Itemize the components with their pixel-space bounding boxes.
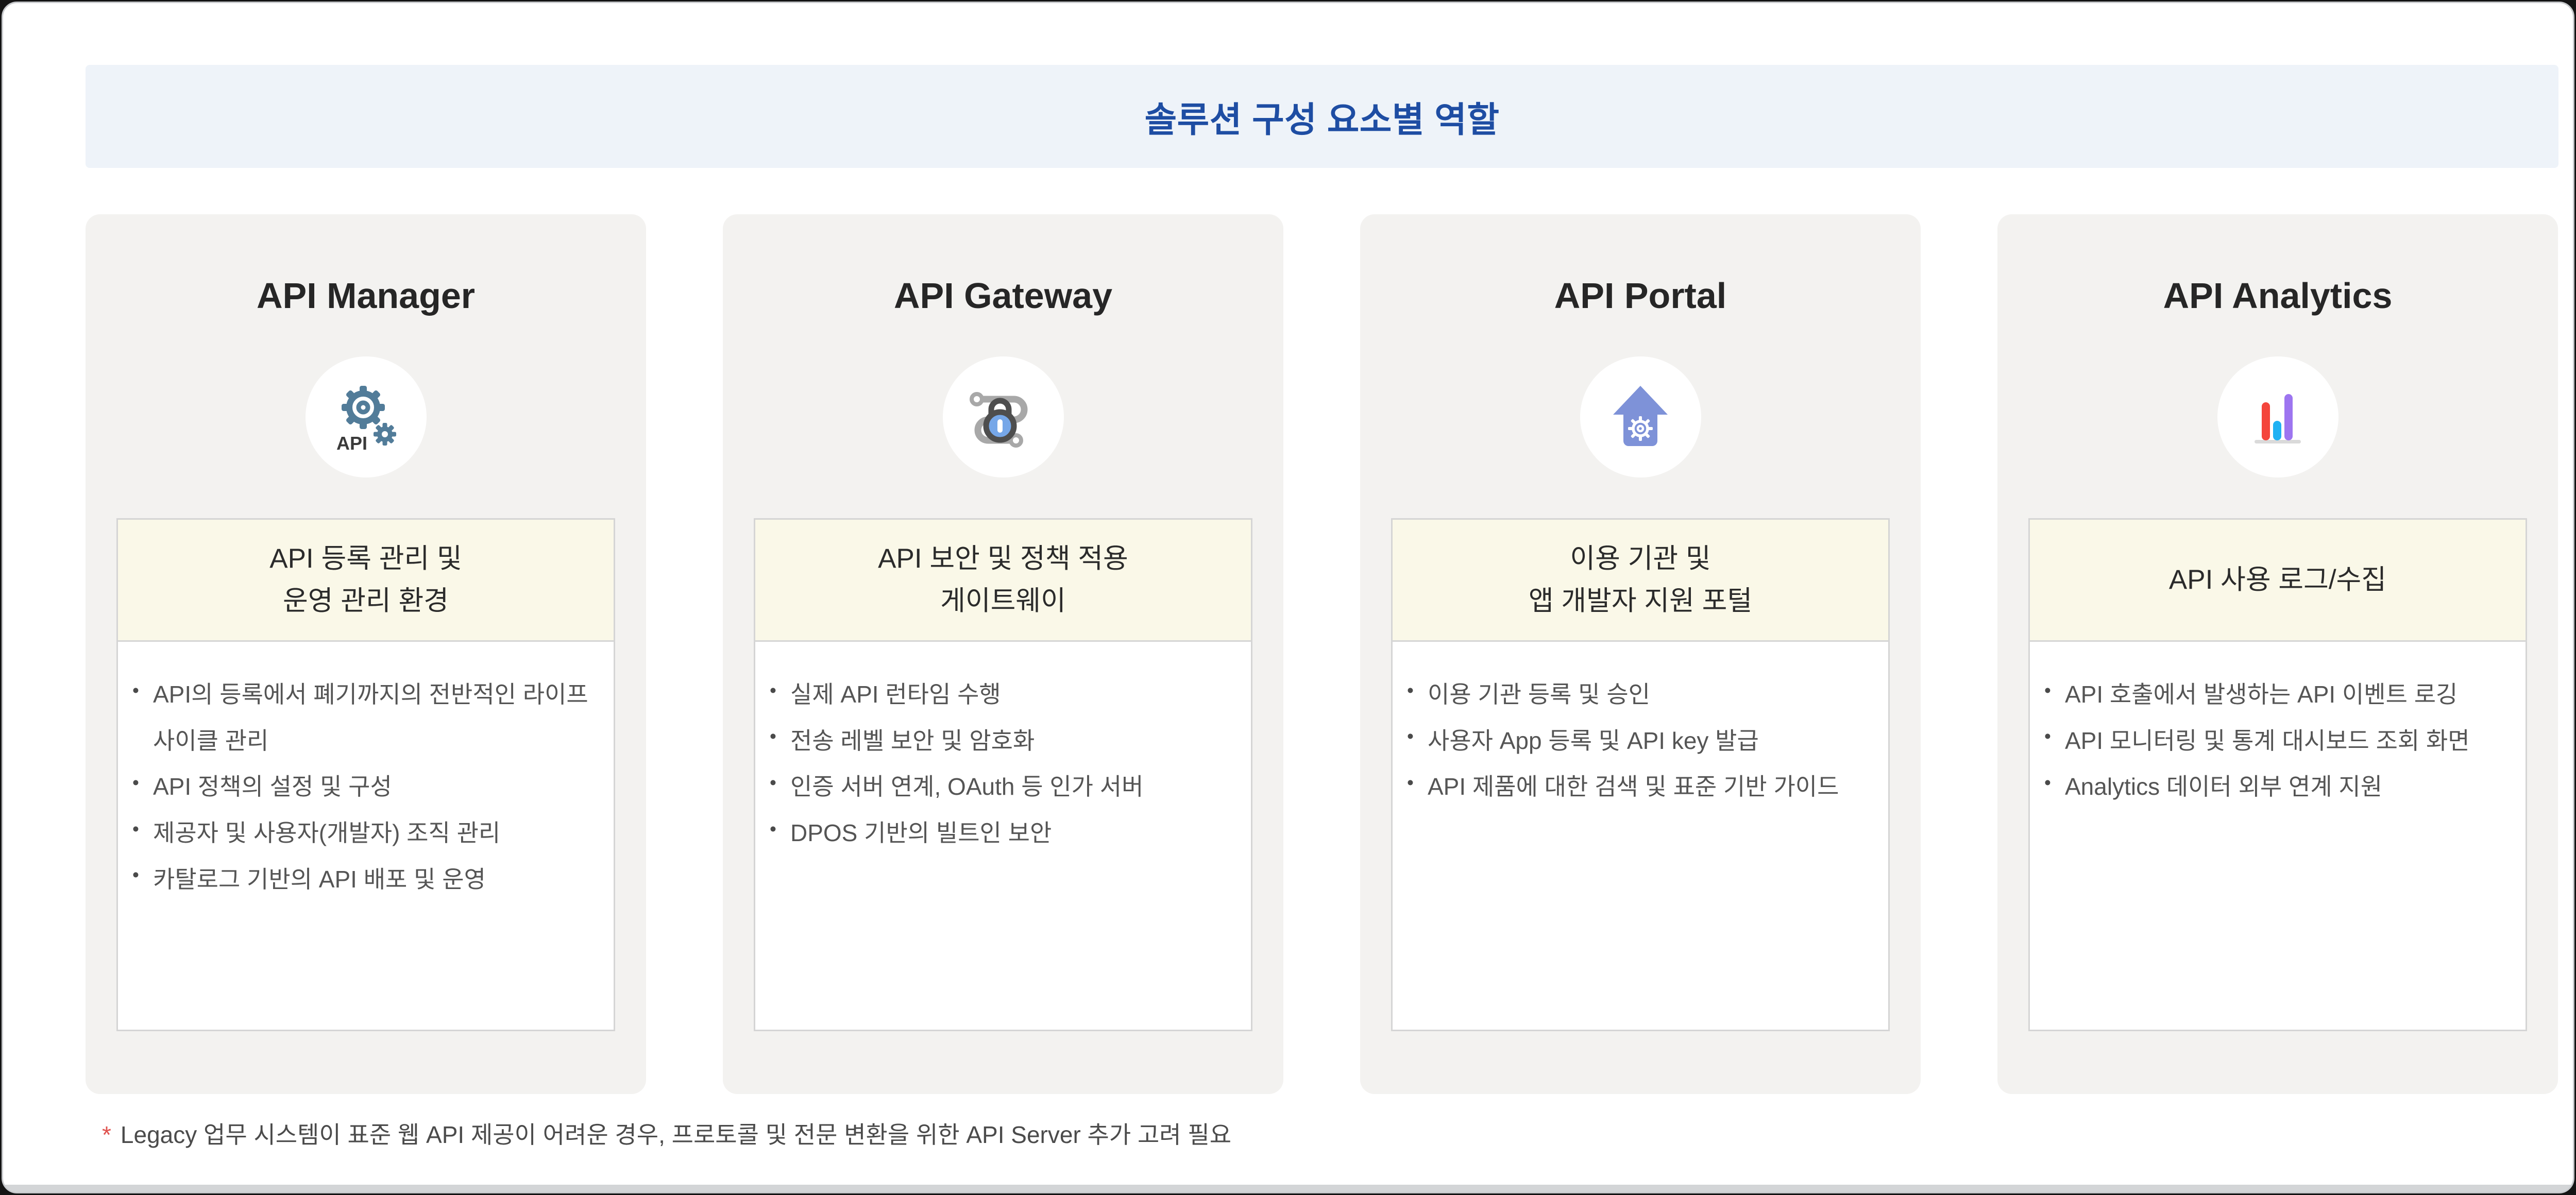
bullet-item: 사용자 App 등록 및 API key 발급 bbox=[1428, 718, 1873, 764]
box-body: API 호출에서 발생하는 API 이벤트 로깅API 모니터링 및 통계 대시… bbox=[2028, 642, 2527, 1031]
box-heading: 이용 기관 및앱 개발자 지원 포털 bbox=[1391, 518, 1890, 642]
card-title: API Manager bbox=[86, 274, 646, 317]
card-title: API Portal bbox=[1360, 274, 1921, 317]
card-title: API Analytics bbox=[1997, 274, 2558, 317]
card-api-manager: API Manager bbox=[86, 214, 646, 1094]
box-body: 이용 기관 등록 및 승인사용자 App 등록 및 API key 발급API … bbox=[1391, 642, 1890, 1031]
api-icon-label: API bbox=[336, 433, 367, 454]
box-heading: API 보안 및 정책 적용게이트웨이 bbox=[754, 518, 1252, 642]
window-bottom-strip bbox=[3, 1185, 2573, 1192]
bullet-item: 인증 서버 연계, OAuth 등 인가 서버 bbox=[790, 764, 1235, 810]
card-api-gateway: API Gateway API 보안 및 정책 적용게이트웨이 실제 API 런… bbox=[723, 214, 1283, 1094]
bullet-item: 실제 API 런타임 수행 bbox=[790, 672, 1235, 718]
card-title: API Gateway bbox=[723, 274, 1283, 317]
box-heading: API 등록 관리 및운영 관리 환경 bbox=[116, 518, 615, 642]
bullet-list: API의 등록에서 폐기까지의 전반적인 라이프 사이클 관리API 정책의 설… bbox=[129, 672, 598, 902]
box-heading-line: 운영 관리 환경 bbox=[283, 580, 449, 622]
bullet-item: 전송 레벨 보안 및 암호화 bbox=[790, 718, 1235, 764]
info-box: 이용 기관 및앱 개발자 지원 포털 이용 기관 등록 및 승인사용자 App … bbox=[1391, 518, 1890, 1031]
icon-circle bbox=[2217, 356, 2338, 477]
footnote-asterisk: * bbox=[102, 1121, 111, 1148]
footnote: * Legacy 업무 시스템이 표준 웹 API 제공이 어려운 경우, 프로토… bbox=[102, 1120, 1231, 1151]
icon-circle: API bbox=[306, 356, 427, 477]
info-box: API 등록 관리 및운영 관리 환경 API의 등록에서 폐기까지의 전반적인… bbox=[116, 518, 615, 1031]
bullet-item: 제공자 및 사용자(개발자) 조직 관리 bbox=[153, 810, 598, 857]
bullet-item: DPOS 기반의 빌트인 보안 bbox=[790, 810, 1235, 857]
analytics-bars-icon bbox=[2239, 379, 2316, 456]
box-body: 실제 API 런타임 수행전송 레벨 보안 및 암호화인증 서버 연계, OAu… bbox=[754, 642, 1252, 1031]
box-heading-line: API 등록 관리 및 bbox=[269, 538, 462, 580]
box-heading-line: 이용 기관 및 bbox=[1570, 538, 1710, 580]
card-api-analytics: API Analytics API 사용 로그/수집 API 호출에서 발생하는… bbox=[1997, 214, 2558, 1094]
info-box: API 보안 및 정책 적용게이트웨이 실제 API 런타임 수행전송 레벨 보… bbox=[754, 518, 1252, 1031]
bullet-list: 이용 기관 등록 및 승인사용자 App 등록 및 API key 발급API … bbox=[1404, 672, 1873, 810]
bullet-item: API 제품에 대한 검색 및 표준 기반 가이드 bbox=[1428, 764, 1873, 810]
bullet-item: API 모니터링 및 통계 대시보드 조회 화면 bbox=[2065, 718, 2510, 764]
box-heading-line: 앱 개발자 지원 포털 bbox=[1529, 580, 1752, 622]
icon-circle bbox=[943, 356, 1064, 477]
info-box: API 사용 로그/수집 API 호출에서 발생하는 API 이벤트 로깅API… bbox=[2028, 518, 2527, 1031]
box-heading-line: API 사용 로그/수집 bbox=[2169, 559, 2386, 601]
bullet-item: 카탈로그 기반의 API 배포 및 운영 bbox=[153, 857, 598, 903]
footnote-text: Legacy 업무 시스템이 표준 웹 API 제공이 어려운 경우, 프로토콜… bbox=[121, 1121, 1231, 1148]
box-heading-line: 게이트웨이 bbox=[940, 580, 1066, 622]
gateway-lock-icon bbox=[964, 379, 1042, 456]
page-title: 솔루션 구성 요소별 역할 bbox=[1145, 91, 1500, 142]
icon-circle bbox=[1580, 356, 1701, 477]
portal-house-icon bbox=[1602, 379, 1679, 456]
bullet-item: Analytics 데이터 외부 연계 지원 bbox=[2065, 764, 2510, 810]
app-window: 솔루션 구성 요소별 역할 API Manager bbox=[2, 2, 2574, 1193]
box-heading: API 사용 로그/수집 bbox=[2028, 518, 2527, 642]
card-api-portal: API Portal bbox=[1360, 214, 1921, 1094]
bullet-item: API의 등록에서 폐기까지의 전반적인 라이프 사이클 관리 bbox=[153, 672, 598, 764]
bullet-item: API 호출에서 발생하는 API 이벤트 로깅 bbox=[2065, 672, 2510, 718]
section-header: 솔루션 구성 요소별 역할 bbox=[86, 65, 2558, 168]
box-heading-line: API 보안 및 정책 적용 bbox=[878, 538, 1128, 580]
bullet-item: 이용 기관 등록 및 승인 bbox=[1428, 672, 1873, 718]
bullet-list: API 호출에서 발생하는 API 이벤트 로깅API 모니터링 및 통계 대시… bbox=[2041, 672, 2510, 810]
bullet-item: API 정책의 설정 및 구성 bbox=[153, 764, 598, 810]
box-body: API의 등록에서 폐기까지의 전반적인 라이프 사이클 관리API 정책의 설… bbox=[116, 642, 615, 1031]
bullet-list: 실제 API 런타임 수행전송 레벨 보안 및 암호화인증 서버 연계, OAu… bbox=[767, 672, 1235, 857]
cards-row: API Manager bbox=[86, 214, 2558, 1094]
api-gears-icon: API bbox=[327, 379, 404, 456]
